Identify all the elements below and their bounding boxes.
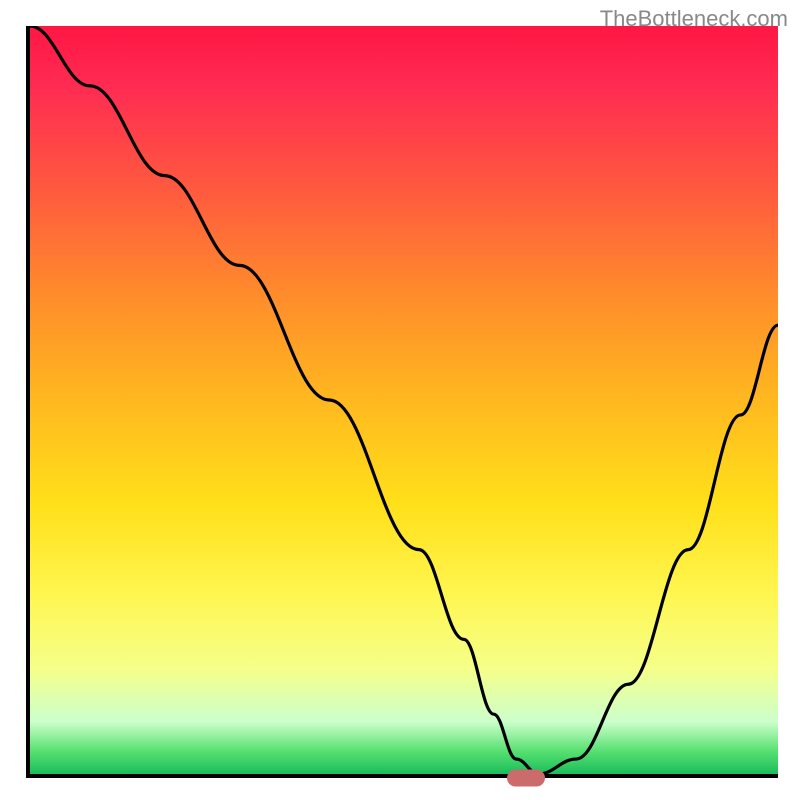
chart-plot-area: [26, 26, 778, 778]
watermark-text: TheBottleneck.com: [600, 6, 788, 32]
minimum-marker: [507, 770, 545, 787]
bottleneck-curve: [30, 26, 778, 774]
